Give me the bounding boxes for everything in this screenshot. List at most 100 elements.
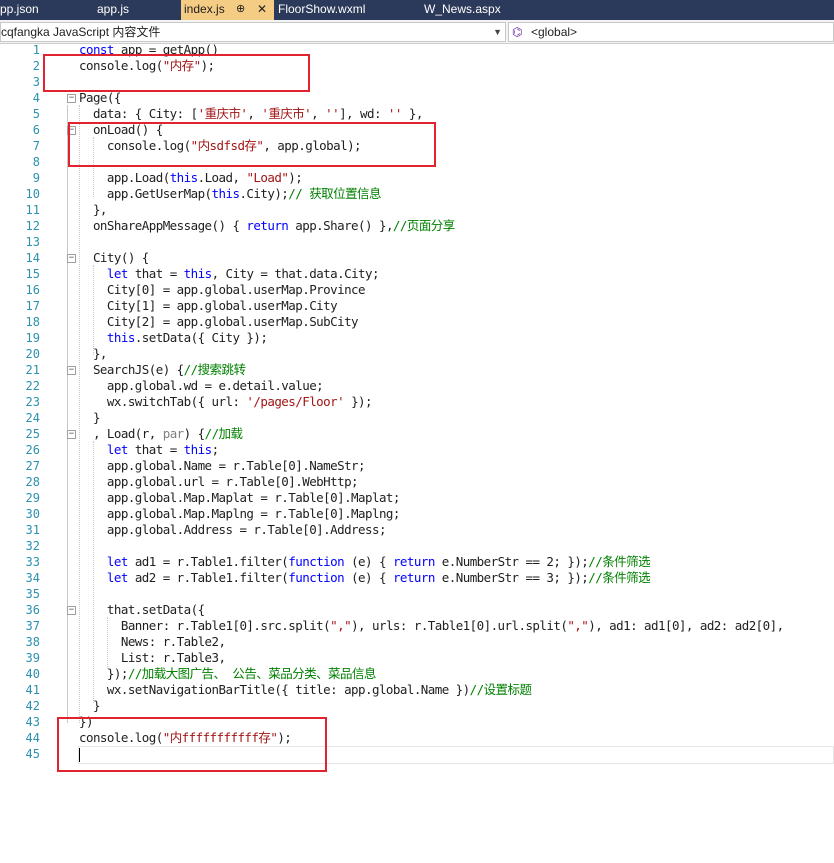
code-line: 21 − SearchJS(e) {//搜索跳转: [0, 362, 834, 378]
line-number: 42: [25, 699, 40, 713]
code-text: app.global.url = r.Table[0].WebHttp;: [79, 474, 359, 489]
code-line: 24 }: [0, 410, 834, 426]
code-text: , Load(r, par) {//加载: [79, 426, 243, 441]
document-tab-strip: pp.json app.js index.js ⊕ ✕ FloorShow.wx…: [0, 0, 834, 20]
code-text: },: [79, 202, 108, 217]
code-text: this.setData({ City });: [106, 330, 268, 345]
code-line: 26 let that = this;: [0, 442, 834, 458]
code-text: app.global.Name = r.Table[0].NameStr;: [79, 458, 366, 473]
code-text: app.global.Map.Maplat = r.Table[0].Mapla…: [79, 490, 401, 505]
line-number: 1: [32, 43, 40, 57]
tab-index-js[interactable]: index.js ⊕ ✕: [181, 0, 274, 20]
line-number: 16: [25, 283, 40, 297]
code-line: 35: [0, 586, 834, 602]
line-number: 23: [25, 395, 40, 409]
code-line: 22 app.global.wd = e.detail.value;: [0, 378, 834, 394]
highlight-box: [43, 54, 310, 92]
line-number: 37: [25, 619, 40, 633]
code-text: Page({: [79, 90, 121, 105]
tab-label: index.js: [184, 2, 225, 16]
line-number: 24: [25, 411, 40, 425]
code-line: 32: [0, 538, 834, 554]
line-number: 38: [25, 635, 40, 649]
code-text: });//加载大图广告、 公告、菜品分类、菜品信息: [79, 666, 376, 681]
line-number: 9: [32, 171, 40, 185]
scope-icon: ⌬: [512, 25, 523, 39]
line-number: 10: [25, 187, 40, 201]
collapse-icon[interactable]: −: [67, 366, 76, 375]
code-line: 40 });//加载大图广告、 公告、菜品分类、菜品信息: [0, 666, 834, 682]
code-text: City[1] = app.global.userMap.City: [79, 298, 338, 313]
code-text: app.global.wd = e.detail.value;: [79, 378, 324, 393]
line-number: 32: [25, 539, 40, 553]
code-line: 33 let ad1 = r.Table1.filter(function (e…: [0, 554, 834, 570]
code-text: wx.setNavigationBarTitle({ title: app.gl…: [79, 682, 532, 697]
code-line: 37 Banner: r.Table1[0].src.split(","), u…: [0, 618, 834, 634]
code-line: 41 wx.setNavigationBarTitle({ title: app…: [0, 682, 834, 698]
code-text: }: [79, 698, 101, 713]
code-text: let that = this, City = that.data.City;: [106, 266, 380, 281]
code-line: 18 City[2] = app.global.userMap.SubCity: [0, 314, 834, 330]
code-text: app.global.Map.Maplng = r.Table[0].Mapln…: [79, 506, 401, 521]
project-dropdown[interactable]: cqfangka JavaScript 内容文件 ▼: [0, 22, 506, 42]
code-line: 31 app.global.Address = r.Table[0].Addre…: [0, 522, 834, 538]
collapse-icon[interactable]: −: [67, 254, 76, 263]
line-number: 26: [25, 443, 40, 457]
collapse-icon[interactable]: −: [67, 606, 76, 615]
collapse-icon[interactable]: −: [67, 430, 76, 439]
line-number: 22: [25, 379, 40, 393]
code-text: Banner: r.Table1[0].src.split(","), urls…: [79, 618, 784, 633]
code-line: 36 − that.setData({: [0, 602, 834, 618]
tab-floorshow-wxml[interactable]: FloorShow.wxml: [278, 0, 398, 20]
line-number: 15: [25, 267, 40, 281]
tab-app-js[interactable]: app.js: [97, 0, 137, 20]
code-text: that.setData({: [79, 602, 205, 617]
line-number: 4: [32, 91, 40, 105]
tab-label: app.js: [97, 2, 130, 16]
line-number: 30: [25, 507, 40, 521]
line-number: 35: [25, 587, 40, 601]
tab-w-news-aspx[interactable]: W_News.aspx: [424, 0, 524, 20]
tab-label: pp.json: [0, 2, 39, 16]
code-line: 13: [0, 234, 834, 250]
code-text: let ad1 = r.Table1.filter(function (e) {…: [106, 554, 651, 569]
line-number: 25: [25, 427, 40, 441]
line-number: 19: [25, 331, 40, 345]
code-text: },: [79, 346, 108, 361]
code-editor[interactable]: 1 const app = getApp() 2 console.log("内存")…: [0, 42, 834, 863]
line-number: 31: [25, 523, 40, 537]
code-line: 10 app.GetUserMap(this.City);// 获取位置信息: [0, 186, 834, 202]
code-text: City[0] = app.global.userMap.Province: [79, 282, 366, 297]
code-line: 9 app.Load(this.Load, "Load");: [0, 170, 834, 186]
scope-dropdown[interactable]: ⌬ <global>: [508, 22, 834, 42]
line-number: 13: [25, 235, 40, 249]
code-line: 5 data: { City: ['重庆市', '重庆市', ''], wd: …: [0, 106, 834, 122]
code-text: }: [79, 410, 101, 425]
line-number: 7: [32, 139, 40, 153]
code-line: 25 − , Load(r, par) {//加载: [0, 426, 834, 442]
code-text: app.Load(this.Load, "Load");: [79, 170, 303, 185]
code-line: 30 app.global.Map.Maplng = r.Table[0].Ma…: [0, 506, 834, 522]
code-line: 23 wx.switchTab({ url: '/pages/Floor' })…: [0, 394, 834, 410]
code-line: 34 let ad2 = r.Table1.filter(function (e…: [0, 570, 834, 586]
line-number: 44: [25, 731, 40, 745]
code-text: City() {: [79, 250, 149, 265]
code-text: wx.switchTab({ url: '/pages/Floor' });: [79, 394, 373, 409]
pin-icon[interactable]: ⊕: [236, 0, 245, 19]
close-icon[interactable]: ✕: [257, 0, 267, 19]
tab-pp-json[interactable]: pp.json: [0, 0, 44, 20]
line-number: 33: [25, 555, 40, 569]
line-number: 14: [25, 251, 40, 265]
collapse-icon[interactable]: −: [67, 94, 76, 103]
code-text: List: r.Table3,: [79, 650, 226, 665]
line-number: 29: [25, 491, 40, 505]
highlight-box: [57, 717, 327, 772]
code-text: City[2] = app.global.userMap.SubCity: [79, 314, 359, 329]
line-number: 20: [25, 347, 40, 361]
line-number: 11: [25, 203, 40, 217]
code-line: 11 },: [0, 202, 834, 218]
code-text: News: r.Table2,: [79, 634, 226, 649]
navigation-bar: cqfangka JavaScript 内容文件 ▼ ⌬ <global>: [0, 20, 834, 44]
line-number: 21: [25, 363, 40, 377]
code-line: 17 City[1] = app.global.userMap.City: [0, 298, 834, 314]
